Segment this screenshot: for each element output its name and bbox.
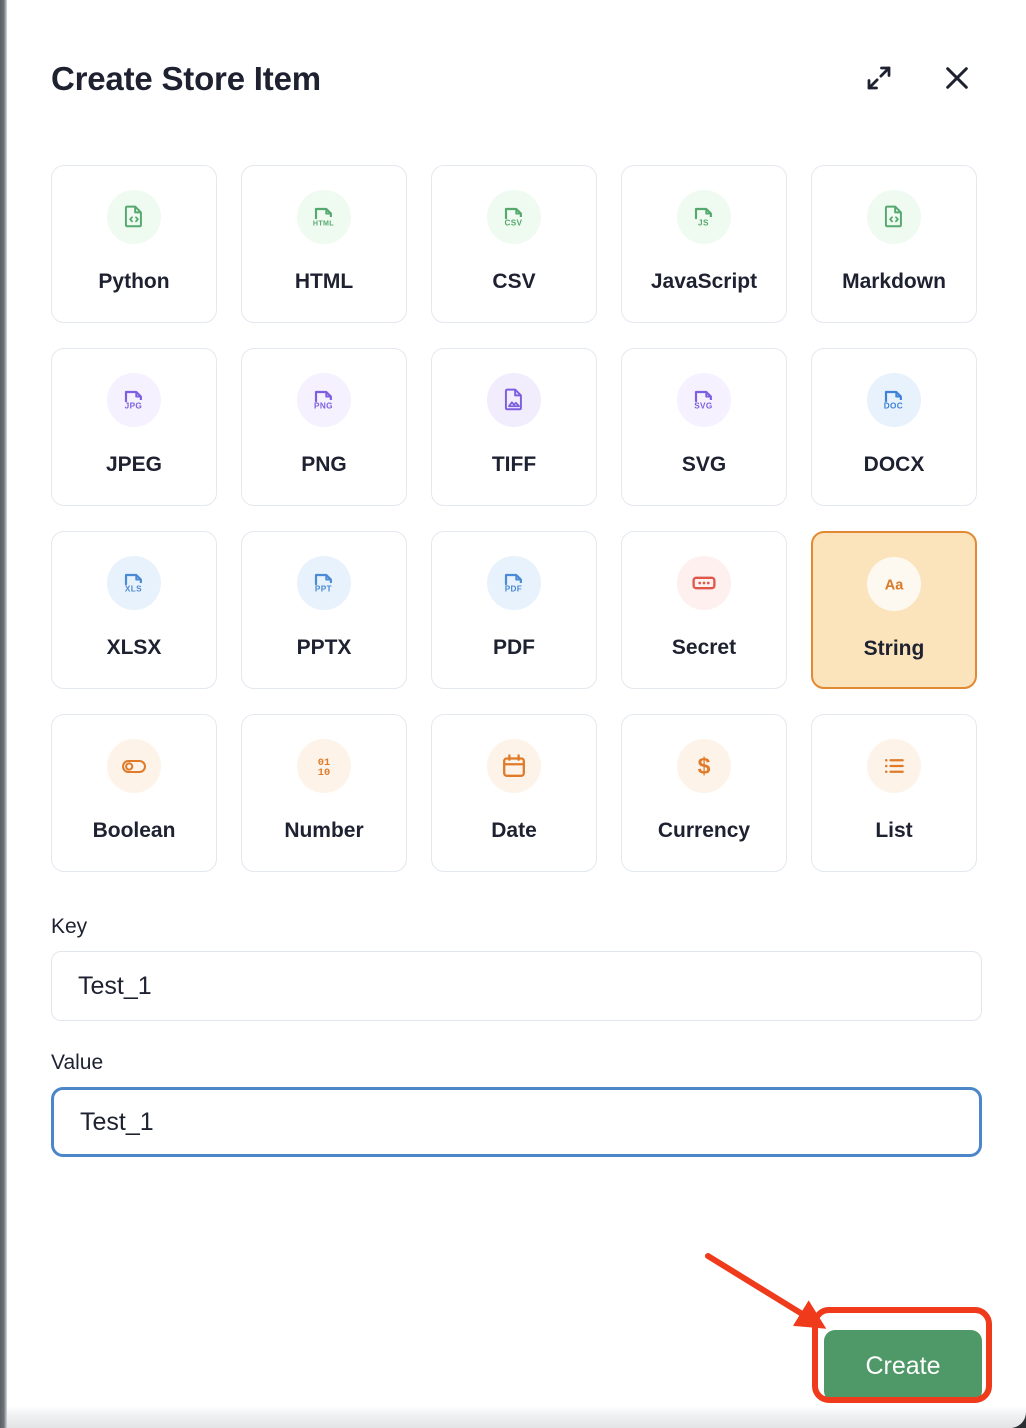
type-card-label: String: [864, 638, 925, 659]
type-card-label: Boolean: [93, 820, 176, 841]
type-card-label: PDF: [493, 637, 535, 658]
file-jpg-icon: JPG: [107, 373, 161, 427]
dialog-footer: Create: [7, 1330, 1026, 1402]
type-card-label: Currency: [658, 820, 750, 841]
type-card-label: PPTX: [297, 637, 352, 658]
value-input[interactable]: [51, 1087, 982, 1157]
create-button[interactable]: Create: [824, 1330, 982, 1402]
type-card-tiff[interactable]: TIFF: [431, 348, 597, 506]
file-xls-icon: XLS: [107, 556, 161, 610]
window-left-edge: [0, 0, 7, 1428]
type-card-label: HTML: [295, 271, 353, 292]
type-card-label: XLSX: [107, 637, 162, 658]
file-svg-icon: SVG: [677, 373, 731, 427]
store-item-form: Key Value: [7, 872, 1026, 1157]
page-title: Create Store Item: [51, 62, 321, 95]
type-card-svg[interactable]: SVG SVG: [621, 348, 787, 506]
type-card-string[interactable]: Aa String: [811, 531, 977, 689]
svg-text:JS: JS: [698, 219, 709, 228]
type-card-python[interactable]: Python: [51, 165, 217, 323]
file-pdf-icon: PDF: [487, 556, 541, 610]
type-card-markdown[interactable]: Markdown: [811, 165, 977, 323]
type-card-label: CSV: [492, 271, 535, 292]
type-card-label: Markdown: [842, 271, 946, 292]
close-icon[interactable]: [940, 61, 974, 95]
file-code-icon: [107, 190, 161, 244]
file-html-icon: HTML: [297, 190, 351, 244]
svg-text:HTML: HTML: [313, 220, 334, 228]
type-card-date[interactable]: Date: [431, 714, 597, 872]
file-image-icon: [487, 373, 541, 427]
binary-icon: 0110: [297, 739, 351, 793]
header-actions: [862, 61, 986, 95]
dialog-header: Create Store Item: [7, 0, 1026, 112]
key-field-group: Key: [51, 916, 982, 1021]
type-card-label: TIFF: [492, 454, 536, 475]
dollar-icon: $: [677, 739, 731, 793]
type-card-label: Python: [98, 271, 169, 292]
type-card-docx[interactable]: DOC DOCX: [811, 348, 977, 506]
store-item-type-grid: Python HTML HTML CSV CSV JS JavaScript Markdown…: [7, 112, 1026, 872]
type-card-list[interactable]: List: [811, 714, 977, 872]
svg-text:XLS: XLS: [125, 585, 142, 594]
svg-text:SVG: SVG: [694, 402, 712, 411]
type-card-pdf[interactable]: PDF PDF: [431, 531, 597, 689]
type-card-number[interactable]: 0110 Number: [241, 714, 407, 872]
toggle-icon: [107, 739, 161, 793]
svg-text:10: 10: [318, 767, 330, 779]
svg-text:PNG: PNG: [314, 402, 333, 411]
type-card-pptx[interactable]: PPT PPTX: [241, 531, 407, 689]
value-field-group: Value: [51, 1052, 982, 1157]
file-js-icon: JS: [677, 190, 731, 244]
type-card-label: Number: [284, 820, 363, 841]
type-card-label: JPEG: [106, 454, 162, 475]
password-dots-icon: [677, 556, 731, 610]
svg-text:JPG: JPG: [125, 402, 142, 411]
file-ppt-icon: PPT: [297, 556, 351, 610]
calendar-icon: [487, 739, 541, 793]
svg-text:DOC: DOC: [884, 402, 903, 411]
type-card-label: DOCX: [864, 454, 925, 475]
svg-text:CSV: CSV: [504, 219, 522, 228]
type-card-label: Date: [491, 820, 537, 841]
create-store-item-dialog: Create Store Item Python HTML HTML CSV CSV JS…: [7, 0, 1026, 1428]
type-card-currency[interactable]: $ Currency: [621, 714, 787, 872]
list-icon: [867, 739, 921, 793]
type-card-csv[interactable]: CSV CSV: [431, 165, 597, 323]
file-doc-icon: DOC: [867, 373, 921, 427]
type-card-jpeg[interactable]: JPG JPEG: [51, 348, 217, 506]
svg-text:$: $: [698, 753, 711, 779]
type-card-secret[interactable]: Secret: [621, 531, 787, 689]
file-code-icon: [867, 190, 921, 244]
type-card-boolean[interactable]: Boolean: [51, 714, 217, 872]
type-card-label: List: [875, 820, 912, 841]
value-label: Value: [51, 1052, 982, 1073]
type-card-javascript[interactable]: JS JavaScript: [621, 165, 787, 323]
svg-text:PPT: PPT: [315, 585, 332, 594]
svg-text:Aa: Aa: [885, 578, 904, 594]
file-csv-icon: CSV: [487, 190, 541, 244]
type-card-html[interactable]: HTML HTML: [241, 165, 407, 323]
svg-text:PDF: PDF: [505, 585, 522, 594]
type-card-label: Secret: [672, 637, 736, 658]
type-card-label: PNG: [301, 454, 347, 475]
type-card-xlsx[interactable]: XLS XLSX: [51, 531, 217, 689]
type-card-label: JavaScript: [651, 271, 757, 292]
file-png-icon: PNG: [297, 373, 351, 427]
key-input[interactable]: [51, 951, 982, 1021]
type-card-label: SVG: [682, 454, 726, 475]
text-aa-icon: Aa: [867, 557, 921, 611]
expand-arrows-icon[interactable]: [862, 61, 896, 95]
key-label: Key: [51, 916, 982, 937]
type-card-png[interactable]: PNG PNG: [241, 348, 407, 506]
